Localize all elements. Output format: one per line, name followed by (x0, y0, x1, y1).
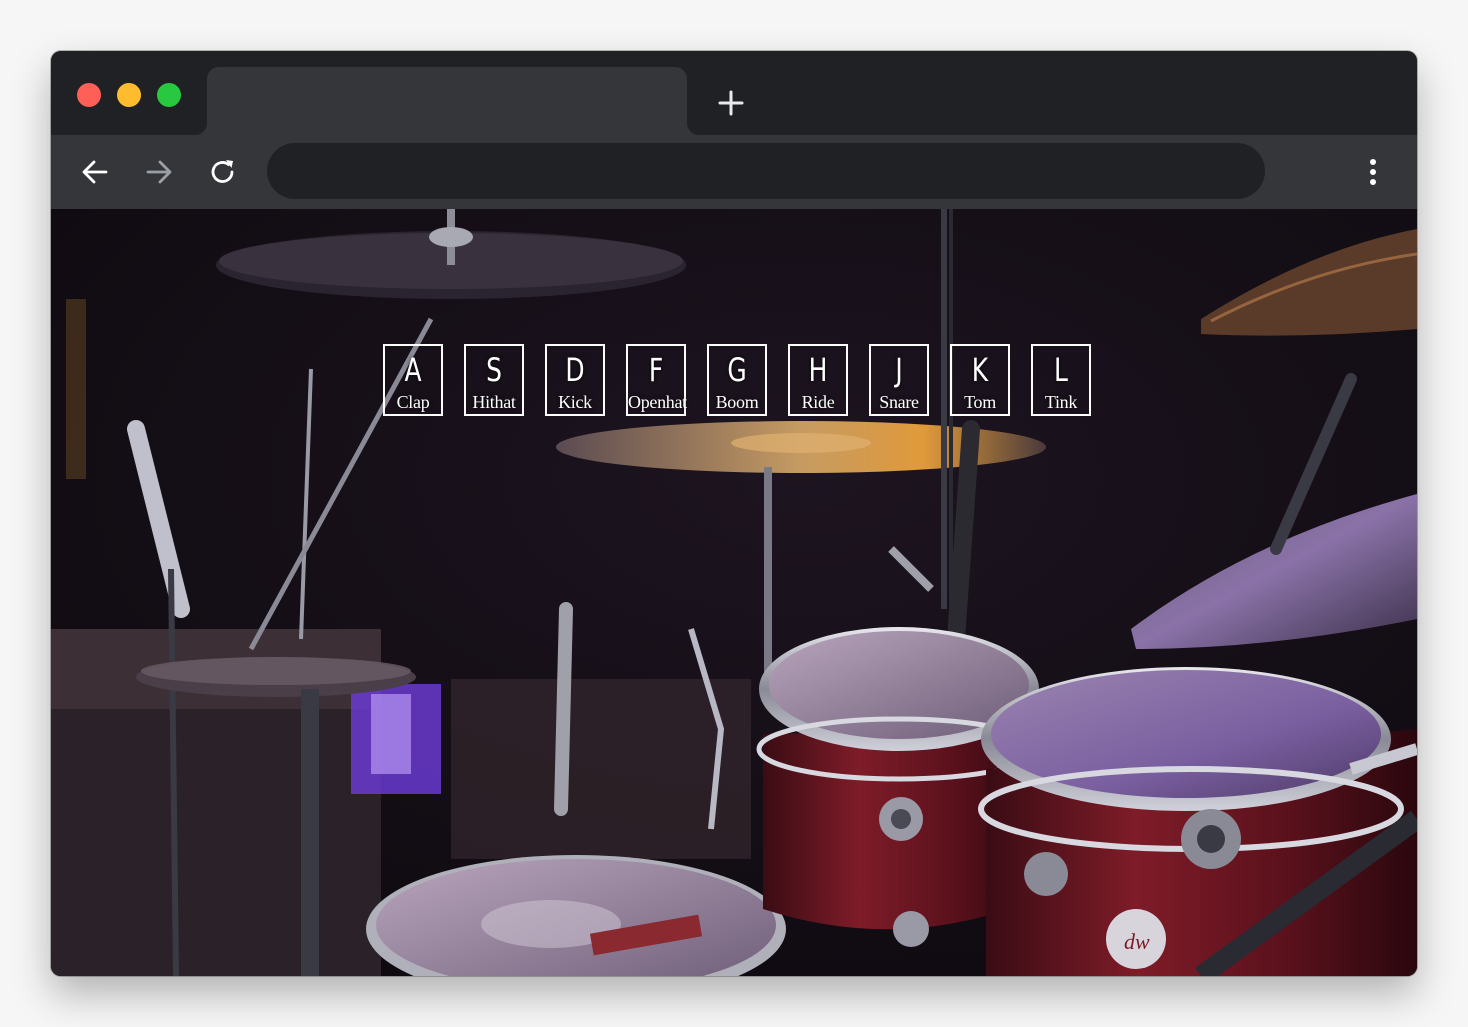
key-letter: A (404, 351, 422, 389)
maximize-window-button[interactable] (157, 83, 181, 107)
key-letter: D (565, 351, 585, 389)
back-button[interactable] (75, 152, 115, 192)
sound-label: Boom (715, 392, 759, 412)
close-window-button[interactable] (77, 83, 101, 107)
arrow-left-icon (82, 160, 108, 184)
drum-key-row: A Clap S Hithat D Kick F Openhat G Boom … (51, 344, 1417, 416)
forward-button[interactable] (139, 152, 179, 192)
reload-button[interactable] (203, 152, 243, 192)
new-tab-button[interactable] (713, 85, 749, 121)
key-letter: K (971, 351, 989, 389)
sound-label: Openhat (628, 392, 687, 412)
key-letter: G (727, 351, 747, 389)
browser-menu-button[interactable] (1353, 152, 1393, 192)
sound-label: Tink (1044, 392, 1078, 412)
minimize-window-button[interactable] (117, 83, 141, 107)
drum-key-k[interactable]: K Tom (950, 344, 1010, 416)
browser-toolbar (51, 135, 1417, 209)
browser-window: dw A Clap S Hithat D Kick F Openhat G Bo… (51, 51, 1417, 976)
arrow-right-icon (146, 160, 172, 184)
drum-kit-photo: dw (51, 209, 1417, 976)
sound-label: Snare (879, 392, 919, 412)
sound-label: Kick (558, 392, 592, 412)
reload-icon (211, 160, 234, 183)
sound-label: Hithat (472, 392, 516, 412)
key-letter: H (808, 351, 828, 389)
key-letter: S (486, 351, 502, 389)
page-content: dw A Clap S Hithat D Kick F Openhat G Bo… (51, 209, 1417, 976)
sound-label: Clap (396, 392, 430, 412)
key-letter: F (648, 351, 664, 389)
kebab-menu-icon (1370, 159, 1376, 185)
drum-key-h[interactable]: H Ride (788, 344, 848, 416)
svg-text:dw: dw (1124, 929, 1150, 954)
drum-key-j[interactable]: J Snare (869, 344, 929, 416)
drum-key-a[interactable]: A Clap (383, 344, 443, 416)
key-letter: L (1054, 351, 1068, 389)
drum-key-s[interactable]: S Hithat (464, 344, 524, 416)
address-bar[interactable] (267, 143, 1265, 199)
drum-key-d[interactable]: D Kick (545, 344, 605, 416)
key-letter: J (895, 351, 903, 389)
drum-key-l[interactable]: L Tink (1031, 344, 1091, 416)
sound-label: Ride (801, 392, 835, 412)
sound-label: Tom (964, 392, 996, 412)
drum-key-f[interactable]: F Openhat (626, 344, 687, 416)
desktop-background: dw A Clap S Hithat D Kick F Openhat G Bo… (0, 0, 1468, 1027)
plus-icon (718, 90, 744, 116)
drum-key-g[interactable]: G Boom (707, 344, 767, 416)
active-tab[interactable] (207, 67, 687, 135)
tab-strip (51, 51, 1417, 135)
